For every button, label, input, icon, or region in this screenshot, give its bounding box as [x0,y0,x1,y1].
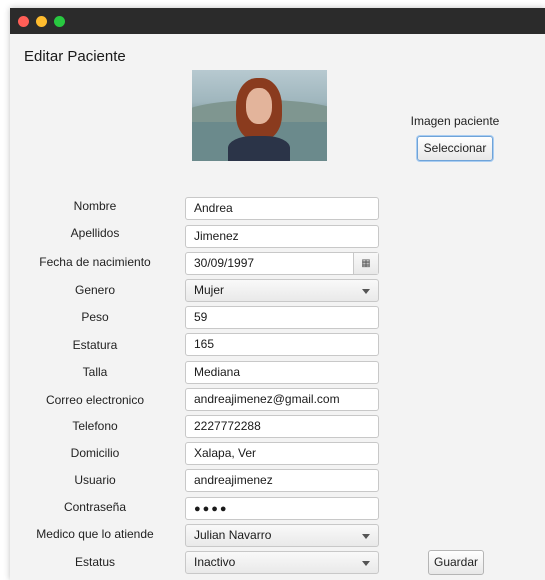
maximize-window-button[interactable] [54,16,65,27]
nombre-label: Nombre [73,199,117,213]
usuario-label: Usuario [74,473,116,487]
contrasena-label: Contraseña [63,500,127,514]
domicilio-label: Domicilio [70,446,120,460]
estatura-label: Estatura [72,338,118,352]
correo-field[interactable]: andreajimenez@gmail.com [185,388,379,411]
estatus-value: Inactivo [194,555,236,569]
close-window-button[interactable] [18,16,29,27]
medico-value: Julian Navarro [194,528,272,542]
talla-label: Talla [82,365,108,379]
patient-image-label: Imagen paciente [410,114,500,128]
telefono-field[interactable]: 2227772288 [185,415,379,438]
correo-label: Correo electronico [45,393,145,407]
password-field[interactable]: ●●●● [185,497,379,520]
password-mask: ●●●● [194,503,229,515]
estatus-select[interactable]: Inactivo [185,551,379,574]
chevron-down-icon [362,561,370,566]
apellidos-label: Apellidos [70,226,120,240]
medico-select[interactable]: Julian Navarro [185,524,379,547]
fecha-nacimiento-field[interactable]: 30/09/1997 ▦ [185,252,379,275]
fecha-nacimiento-label: Fecha de nacimiento [39,255,151,269]
chevron-down-icon [362,289,370,294]
genero-label: Genero [74,283,116,297]
chevron-down-icon [362,534,370,539]
edit-patient-window: Editar Paciente Imagen paciente Seleccio… [10,8,545,580]
peso-label: Peso [81,310,109,324]
apellidos-field[interactable]: Jimenez [185,225,379,248]
genero-select[interactable]: Mujer [185,279,379,302]
select-image-button[interactable]: Seleccionar [417,136,493,161]
domicilio-field[interactable]: Xalapa, Ver [185,442,379,465]
fecha-nacimiento-value: 30/09/1997 [194,256,255,270]
title-bar [10,8,545,34]
calendar-icon[interactable]: ▦ [353,253,378,274]
nombre-field[interactable]: Andrea [185,197,379,220]
medico-label: Medico que lo atiende [36,527,154,541]
save-button[interactable]: Guardar [428,550,484,575]
minimize-window-button[interactable] [36,16,47,27]
usuario-field[interactable]: andreajimenez [185,469,379,492]
peso-field[interactable]: 59 [185,306,379,329]
estatura-field[interactable]: 165 [185,333,379,356]
genero-value: Mujer [194,283,225,297]
telefono-label: Telefono [72,419,118,433]
estatus-label: Estatus [74,555,116,569]
patient-photo [192,70,327,161]
window-heading: Editar Paciente [24,48,126,65]
talla-field[interactable]: Mediana [185,361,379,384]
